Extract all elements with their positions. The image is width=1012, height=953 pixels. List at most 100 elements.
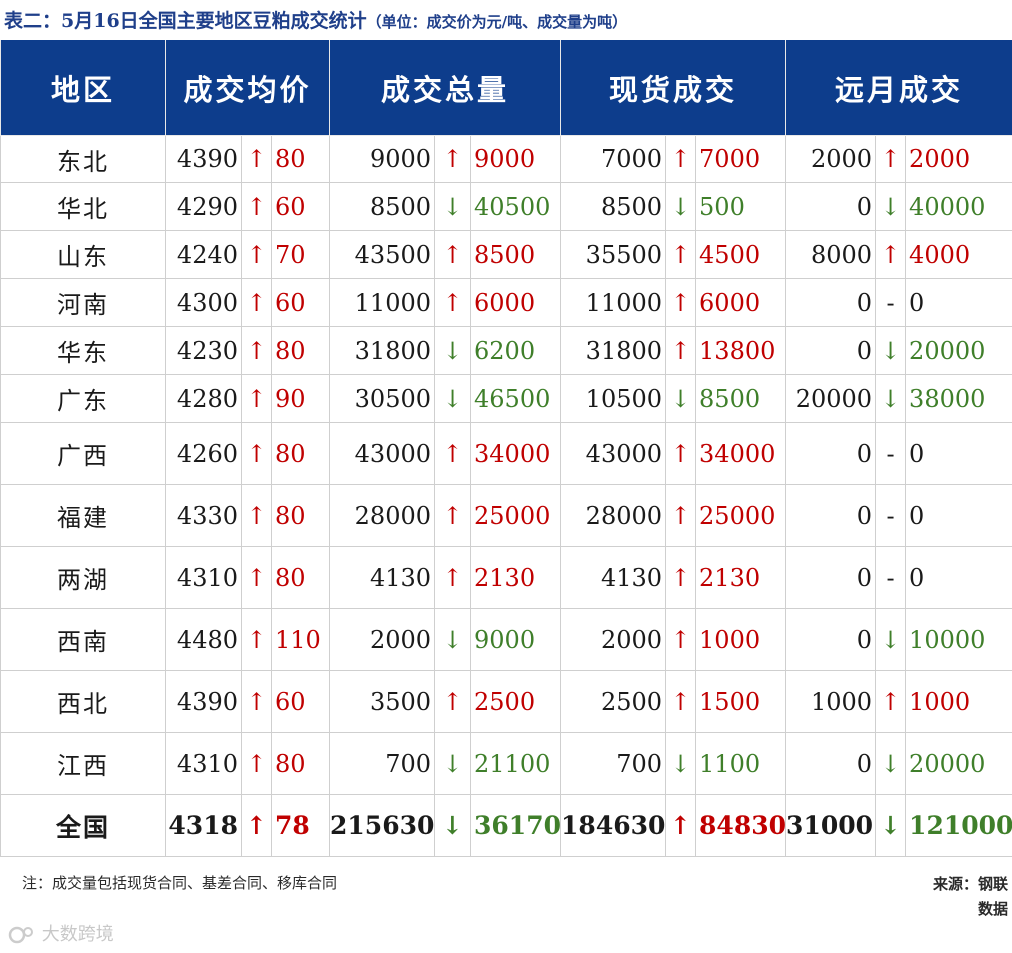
arrow-flat-icon: - [875, 278, 907, 327]
arrow-up-icon: ↑ [665, 484, 697, 547]
arrow-down-icon: ↓ [875, 326, 907, 375]
spot-value: 2000 [560, 608, 667, 671]
spot-change: 4500 [695, 230, 787, 279]
arrow-down-icon: ↓ [434, 182, 472, 231]
region-cell: 两湖 [0, 546, 166, 609]
total-change: 25000 [470, 484, 562, 547]
arrow-up-icon: ↑ [241, 608, 272, 671]
spot-change: 34000 [695, 422, 787, 485]
forward-value: 0 [785, 546, 877, 609]
spot-value: 43000 [560, 422, 667, 485]
table-row: 山东 4240 ↑ 70 43500 ↑ 8500 35500 ↑ 4500 8000 ↑ 4000 [0, 230, 1012, 279]
arrow-down-icon: ↓ [875, 794, 907, 857]
forward-value: 8000 [785, 230, 877, 279]
region-cell: 西南 [0, 608, 166, 671]
total-value: 215630 [329, 794, 436, 857]
arrow-down-icon: ↓ [434, 794, 472, 857]
arrow-down-icon: ↓ [434, 608, 472, 671]
header-row: 地区 成交均价 成交总量 现货成交 远月成交 [0, 40, 1012, 136]
spot-value: 31800 [560, 326, 667, 375]
arrow-up-icon: ↑ [875, 230, 907, 279]
arrow-up-icon: ↑ [241, 546, 272, 609]
arrow-up-icon: ↑ [665, 278, 697, 327]
arrow-up-icon: ↑ [241, 794, 272, 857]
spot-change: 25000 [695, 484, 787, 547]
arrow-up-icon: ↑ [875, 135, 907, 183]
price-value: 4330 [165, 484, 242, 547]
spot-value: 7000 [560, 135, 667, 183]
header-spot-volume: 现货成交 [560, 40, 787, 136]
table-row: 东北 4390 ↑ 80 9000 ↑ 9000 7000 ↑ 7000 2000 ↑ 2000 [0, 135, 1012, 183]
spot-change: 13800 [695, 326, 787, 375]
forward-change: 20000 [905, 732, 1012, 795]
forward-change: 38000 [905, 374, 1012, 423]
region-cell: 河南 [0, 278, 166, 327]
trade-table: 地区 成交均价 成交总量 现货成交 远月成交 东北 4390 ↑ 80 9000 ↑ 900… [0, 40, 1012, 857]
arrow-down-icon: ↓ [875, 732, 907, 795]
arrow-up-icon: ↑ [434, 546, 472, 609]
region-cell: 东北 [0, 135, 166, 183]
arrow-down-icon: ↓ [665, 182, 697, 231]
arrow-up-icon: ↑ [241, 374, 272, 423]
forward-value: 20000 [785, 374, 877, 423]
total-row: 全国 4318 ↑ 78 215630 ↓ 36170 184630 ↑ 84830 31000 ↓ 1… [0, 794, 1012, 857]
forward-change: 0 [905, 278, 1012, 327]
arrow-up-icon: ↑ [241, 278, 272, 327]
spot-change: 1100 [695, 732, 787, 795]
total-change: 9000 [470, 135, 562, 183]
arrow-up-icon: ↑ [434, 670, 472, 733]
spot-value: 700 [560, 732, 667, 795]
spot-value: 4130 [560, 546, 667, 609]
watermark-logo-icon [8, 926, 33, 944]
table-row: 福建 4330 ↑ 80 28000 ↑ 25000 28000 ↑ 25000 0-0 [0, 484, 1012, 547]
forward-value: 0 [785, 484, 877, 547]
table-row: 广西 4260 ↑ 80 43000 ↑ 34000 43000 ↑ 34000 0-0 [0, 422, 1012, 485]
spot-value: 10500 [560, 374, 667, 423]
total-value: 43500 [329, 230, 436, 279]
total-value: 2000 [329, 608, 436, 671]
table-row: 河南 4300 ↑ 60 11000 ↑ 6000 11000 ↑ 6000 0-0 [0, 278, 1012, 327]
arrow-down-icon: ↓ [434, 374, 472, 423]
total-value: 11000 [329, 278, 436, 327]
watermark: 大数跨境 [8, 920, 114, 946]
arrow-up-icon: ↑ [241, 732, 272, 795]
region-cell: 广东 [0, 374, 166, 423]
arrow-flat-icon: - [875, 422, 907, 485]
arrow-up-icon: ↑ [241, 670, 272, 733]
total-value: 43000 [329, 422, 436, 485]
spot-value: 184630 [560, 794, 667, 857]
total-change: 36170 [470, 794, 562, 857]
arrow-up-icon: ↑ [434, 135, 472, 183]
spot-value: 35500 [560, 230, 667, 279]
forward-value: 0 [785, 326, 877, 375]
arrow-up-icon: ↑ [665, 670, 697, 733]
arrow-up-icon: ↑ [241, 230, 272, 279]
price-change: 80 [270, 422, 331, 485]
price-value: 4290 [165, 182, 242, 231]
header-forward-volume: 远月成交 [785, 40, 1012, 136]
table-row: 华东 4230 ↑ 80 31800 ↓ 6200 31800 ↑ 13800 0 ↓ 20000 [0, 326, 1012, 375]
forward-change: 4000 [905, 230, 1012, 279]
price-value: 4280 [165, 374, 242, 423]
source-note: 来源：钢联数据 [932, 875, 1008, 918]
price-value: 4318 [165, 794, 242, 857]
table-row: 西北 4390 ↑ 60 3500 ↑ 2500 2500 ↑ 1500 1000 ↑ 1000 [0, 670, 1012, 733]
arrow-up-icon: ↑ [665, 326, 697, 375]
title-unit: （单位：成交价为元/吨、成交量为吨） [366, 13, 628, 31]
price-change: 80 [270, 326, 331, 375]
arrow-up-icon: ↑ [665, 230, 697, 279]
price-change: 60 [270, 278, 331, 327]
arrow-up-icon: ↑ [434, 230, 472, 279]
total-change: 9000 [470, 608, 562, 671]
region-cell: 华东 [0, 326, 166, 375]
forward-change: 10000 [905, 608, 1012, 671]
region-cell: 山东 [0, 230, 166, 279]
price-value: 4240 [165, 230, 242, 279]
region-cell: 广西 [0, 422, 166, 485]
forward-change: 2000 [905, 135, 1012, 183]
price-value: 4390 [165, 135, 242, 183]
total-value: 700 [329, 732, 436, 795]
arrow-up-icon: ↑ [434, 278, 472, 327]
price-value: 4310 [165, 546, 242, 609]
spot-change: 8500 [695, 374, 787, 423]
